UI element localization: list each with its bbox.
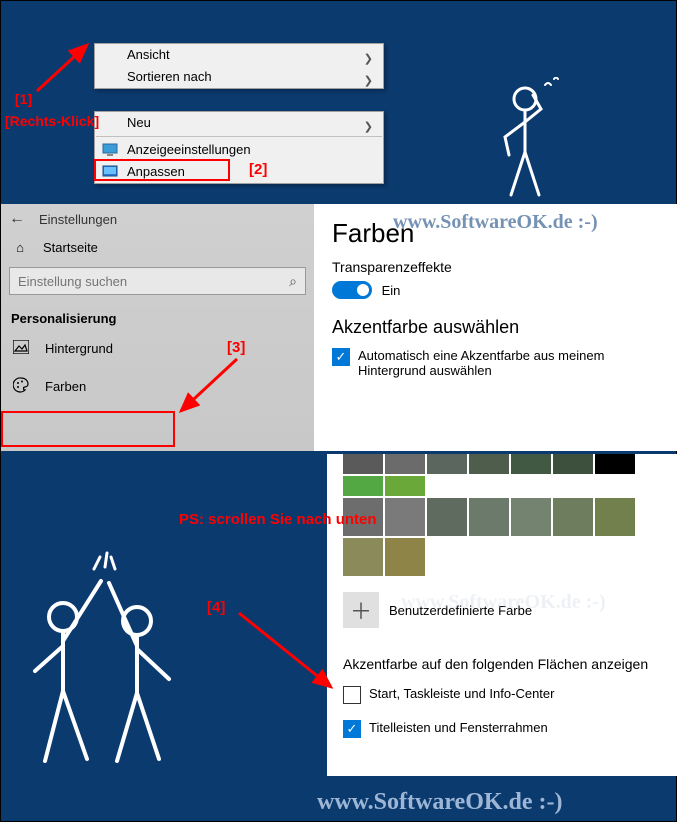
color-swatch[interactable] (385, 476, 425, 496)
annotation-1: [1] (15, 91, 32, 107)
menu-label: Neu (127, 115, 151, 130)
color-swatch[interactable] (385, 538, 425, 576)
settings-header: ← Einstellungen (1, 204, 314, 234)
watermark-3: www.SoftwareOK.de :-) (317, 789, 563, 816)
color-swatch[interactable] (343, 538, 383, 576)
settings-home[interactable]: ⌂ Startseite (1, 234, 314, 261)
color-swatch[interactable] (469, 498, 509, 536)
color-swatch[interactable] (385, 454, 425, 474)
home-label: Startseite (43, 240, 98, 255)
color-swatch[interactable] (595, 498, 635, 536)
stick-figures-highfive (9, 531, 209, 791)
auto-accent-row[interactable]: ✓ Automatisch eine Akzentfarbe aus meine… (332, 348, 660, 378)
swatch-row-2 (343, 498, 662, 576)
menu-label: Anzeigeeinstellungen (127, 142, 251, 157)
search-icon: ⌕ (289, 273, 297, 290)
picture-icon (13, 340, 31, 357)
color-swatch[interactable] (511, 498, 551, 536)
checkbox-checked-icon[interactable]: ✓ (343, 720, 361, 738)
colors-lower-panel: ＋ Benutzerdefinierte Farbe Akzentfarbe a… (327, 454, 677, 776)
annotation-right-click: [Rechts-Klick] (5, 113, 99, 129)
color-swatch[interactable] (427, 498, 467, 536)
toggle-state: Ein (382, 283, 401, 298)
checkbox-unchecked-icon[interactable] (343, 686, 361, 704)
annotation-2: [2] (249, 161, 267, 178)
color-swatch[interactable] (343, 454, 383, 474)
search-input[interactable] (18, 274, 289, 289)
menu-item-view[interactable]: Ansicht ❯ (95, 44, 383, 66)
auto-accent-label: Automatisch eine Akzentfarbe aus meinem … (358, 348, 660, 378)
color-swatch[interactable] (385, 498, 425, 536)
stick-figure-thinker (475, 77, 575, 207)
menu-label: Sortieren nach (127, 69, 212, 84)
transparency-toggle-row: Ein (332, 281, 660, 299)
annotation-4: [4] (207, 599, 225, 616)
color-swatch[interactable] (553, 454, 593, 474)
arrow-4 (233, 605, 343, 705)
swatch-row-1 (343, 454, 662, 496)
home-icon: ⌂ (11, 240, 29, 255)
color-swatch[interactable] (427, 454, 467, 474)
menu-item-new[interactable]: Neu ❯ (95, 112, 383, 134)
monitor-icon (102, 142, 118, 156)
accent-heading: Akzentfarbe auswählen (332, 317, 660, 338)
submenu-arrow-icon: ❯ (364, 116, 373, 138)
start-taskbar-label: Start, Taskleiste und Info-Center (369, 686, 662, 701)
back-icon[interactable]: ← (9, 210, 25, 228)
menu-divider (96, 136, 382, 137)
annotation-scroll: PS: scrollen Sie nach unten (179, 511, 377, 528)
menu-label: Ansicht (127, 47, 170, 62)
transparency-toggle[interactable] (332, 281, 372, 299)
color-swatch[interactable] (469, 454, 509, 474)
titlebars-label: Titelleisten und Fensterrahmen (369, 720, 662, 735)
settings-title: Einstellungen (39, 212, 117, 227)
color-swatch[interactable] (511, 454, 551, 474)
arrow-3 (171, 353, 251, 423)
nav-label: Farben (45, 379, 86, 394)
plus-icon[interactable]: ＋ (343, 592, 379, 628)
settings-search[interactable]: ⌕ (9, 267, 306, 295)
color-swatch[interactable] (343, 476, 383, 496)
watermark-2: www.SoftwareOK.de :-) (401, 591, 606, 614)
color-swatch[interactable] (595, 454, 635, 474)
colors-panel: Farben Transparenzeffekte Ein Akzentfarb… (314, 204, 677, 451)
start-taskbar-row[interactable]: Start, Taskleiste und Info-Center (343, 686, 662, 704)
nav-label: Hintergrund (45, 341, 113, 356)
nav-background[interactable]: Hintergrund (1, 330, 314, 367)
color-swatch[interactable] (553, 498, 593, 536)
palette-icon (13, 377, 31, 396)
highlight-personalize (94, 159, 230, 181)
menu-item-sort[interactable]: Sortieren nach ❯ (95, 66, 383, 88)
watermark-1: www.SoftwareOK.de :-) (393, 211, 598, 234)
settings-category: Personalisierung (1, 301, 314, 330)
nav-colors[interactable]: Farben (1, 367, 314, 406)
highlight-colors (1, 411, 175, 447)
menu-item-display-settings[interactable]: Anzeigeeinstellungen (95, 139, 383, 161)
arrow-1 (29, 39, 99, 99)
submenu-arrow-icon: ❯ (364, 70, 373, 92)
show-on-heading: Akzentfarbe auf den folgenden Flächen an… (343, 656, 662, 672)
checkbox-checked-icon[interactable]: ✓ (332, 348, 350, 366)
titlebars-row[interactable]: ✓ Titelleisten und Fensterrahmen (343, 720, 662, 738)
context-menu-top: Ansicht ❯ Sortieren nach ❯ (94, 43, 384, 89)
transparency-label: Transparenzeffekte (332, 259, 660, 275)
